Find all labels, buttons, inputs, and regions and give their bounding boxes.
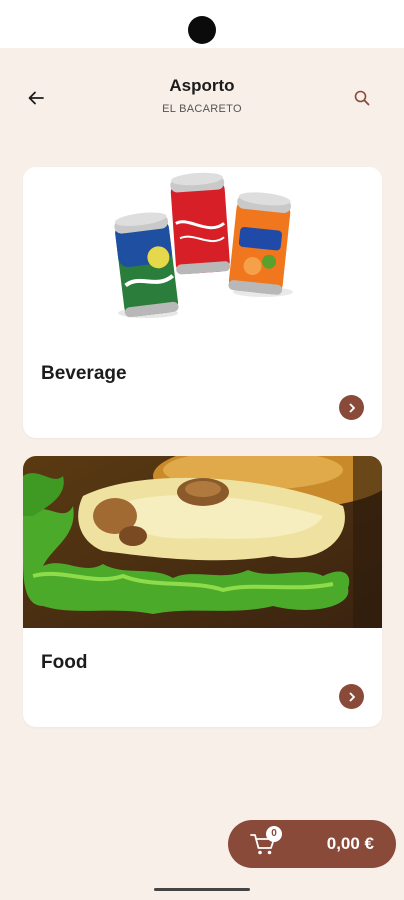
chevron-right-icon[interactable] <box>339 684 364 709</box>
cart-count-badge: 0 <box>266 826 282 842</box>
page-title: Asporto <box>169 76 235 95</box>
status-bar <box>0 0 404 48</box>
app-bar: Asporto EL BACARETO <box>0 48 404 148</box>
app-screen: Asporto EL BACARETO Beverage Food 0 0,00… <box>0 48 404 900</box>
search-icon <box>354 90 370 106</box>
category-card-beverage[interactable]: Beverage <box>23 167 382 438</box>
search-button[interactable] <box>348 84 376 112</box>
cart-button[interactable]: 0 0,00 € <box>228 820 396 868</box>
home-indicator[interactable] <box>154 888 250 891</box>
category-card-food[interactable]: Food <box>23 456 382 727</box>
burger-image <box>23 456 382 628</box>
chevron-right-icon[interactable] <box>339 395 364 420</box>
category-label: Food <box>41 652 88 673</box>
title-block: Asporto EL BACARETO <box>0 76 404 115</box>
camera-cutout <box>188 16 216 44</box>
restaurant-name: EL BACARETO <box>162 103 242 115</box>
cart-total: 0,00 € <box>326 834 374 853</box>
soda-cans-image <box>23 167 382 339</box>
category-label: Beverage <box>41 363 127 384</box>
